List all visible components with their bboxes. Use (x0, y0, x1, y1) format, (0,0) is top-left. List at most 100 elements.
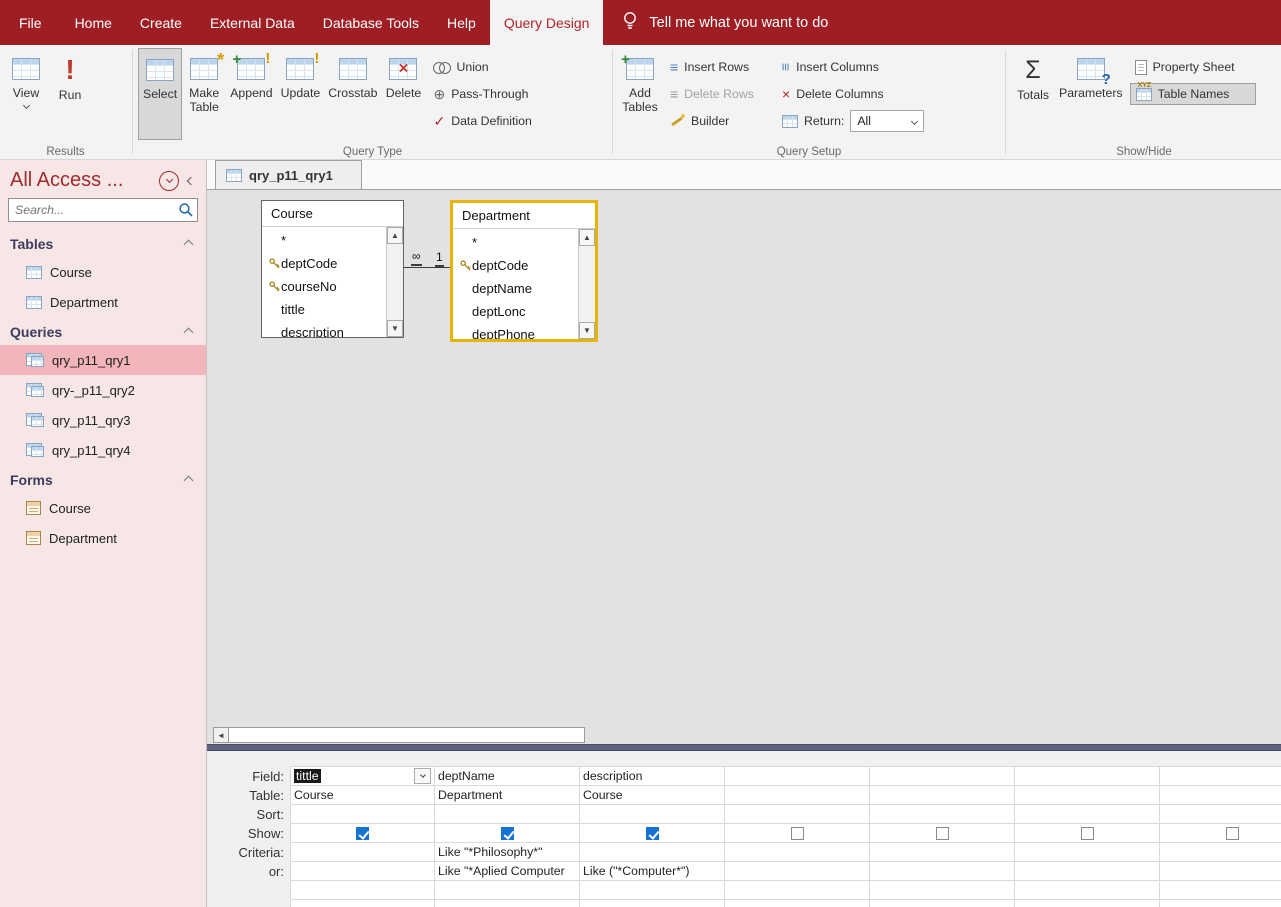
table-cell-6[interactable] (1015, 786, 1160, 805)
or-cell-5[interactable] (870, 862, 1015, 881)
or-cell-4[interactable] (725, 862, 870, 881)
update-button[interactable]: ! Update (277, 48, 325, 140)
tab-external-data[interactable]: External Data (196, 0, 309, 45)
show-checkbox-3[interactable] (646, 827, 659, 840)
field-cell-3[interactable]: description (580, 766, 725, 786)
field-row-asterisk[interactable]: * (453, 231, 578, 254)
sort-cell-2[interactable] (435, 805, 580, 824)
sort-cell-6[interactable] (1015, 805, 1160, 824)
field-row-asterisk[interactable]: * (262, 229, 386, 252)
table-cell-3[interactable]: Course (580, 786, 725, 805)
show-checkbox-5[interactable] (936, 827, 949, 840)
blank-cell[interactable] (1160, 881, 1281, 900)
search-input[interactable] (8, 198, 198, 222)
scroll-track[interactable] (387, 244, 403, 320)
field-cell-2[interactable]: deptName (435, 766, 580, 786)
field-list-department[interactable]: Department * deptCode deptName deptLonc … (450, 200, 598, 342)
nav-item-query-2[interactable]: qry-_p11_qry2 (0, 375, 206, 405)
nav-item-query-3[interactable]: qry_p11_qry3 (0, 405, 206, 435)
shutter-bar-button[interactable] (188, 178, 194, 184)
insert-rows-button[interactable]: ≡ Insert Rows (665, 56, 771, 78)
tab-home[interactable]: Home (61, 0, 126, 45)
scroll-up-button[interactable]: ▲ (387, 227, 403, 244)
delete-query-button[interactable]: × Delete (381, 48, 425, 140)
crosstab-button[interactable]: Crosstab (324, 48, 381, 140)
criteria-cell-7[interactable] (1160, 843, 1281, 862)
table-cell-2[interactable]: Department (435, 786, 580, 805)
data-definition-button[interactable]: ✓ Data Definition (428, 110, 536, 132)
show-checkbox-4[interactable] (791, 827, 804, 840)
field-list-scrollbar[interactable]: ▲ ▼ (578, 229, 595, 339)
table-cell-4[interactable] (725, 786, 870, 805)
blank-cell[interactable] (1160, 900, 1281, 907)
append-button[interactable]: +! Append (226, 48, 276, 140)
property-sheet-button[interactable]: Property Sheet (1130, 56, 1256, 78)
table-names-button[interactable]: XYZ Table Names (1130, 83, 1256, 105)
criteria-cell-6[interactable] (1015, 843, 1160, 862)
field-cell-6[interactable] (1015, 766, 1160, 786)
union-button[interactable]: Union (428, 56, 536, 78)
run-button[interactable]: ! Run (48, 48, 92, 140)
canvas-horizontal-scrollbar[interactable]: ◄ (213, 727, 585, 743)
nav-item-table-department[interactable]: Department (0, 287, 206, 317)
tab-help[interactable]: Help (433, 0, 490, 45)
tell-me-box[interactable]: Tell me what you want to do (603, 0, 846, 45)
blank-cell[interactable] (725, 881, 870, 900)
add-tables-button[interactable]: + AddTables (618, 48, 662, 140)
query-design-canvas[interactable]: Course * deptCode courseNo tittle descri… (207, 190, 1281, 744)
field-row-deptcode[interactable]: deptCode (262, 252, 386, 275)
view-button[interactable]: View (4, 48, 48, 140)
scroll-left-button[interactable]: ◄ (213, 727, 229, 743)
field-list-scrollbar[interactable]: ▲ ▼ (386, 227, 403, 337)
blank-cell[interactable] (725, 900, 870, 907)
document-tab[interactable]: qry_p11_qry1 (215, 160, 362, 189)
sort-cell-5[interactable] (870, 805, 1015, 824)
show-checkbox-6[interactable] (1081, 827, 1094, 840)
search-icon[interactable] (178, 202, 194, 223)
nav-item-form-department[interactable]: Department (0, 523, 206, 553)
blank-cell[interactable] (290, 881, 435, 900)
blank-cell[interactable] (435, 881, 580, 900)
blank-cell[interactable] (435, 900, 580, 907)
field-row-deptlonc[interactable]: deptLonc (453, 300, 578, 323)
table-cell-5[interactable] (870, 786, 1015, 805)
field-cell-7[interactable] (1160, 766, 1281, 786)
field-dropdown-button[interactable] (414, 768, 431, 784)
sort-cell-1[interactable] (290, 805, 435, 824)
blank-cell[interactable] (870, 881, 1015, 900)
or-cell-7[interactable] (1160, 862, 1281, 881)
nav-item-query-4[interactable]: qry_p11_qry4 (0, 435, 206, 465)
nav-section-queries[interactable]: Queries (0, 317, 206, 345)
scroll-track[interactable] (579, 246, 595, 322)
sort-cell-3[interactable] (580, 805, 725, 824)
scroll-up-button[interactable]: ▲ (579, 229, 595, 246)
field-row-tittle[interactable]: tittle (262, 298, 386, 321)
field-row-deptname[interactable]: deptName (453, 277, 578, 300)
or-cell-2[interactable]: Like "*Aplied Computer (435, 862, 580, 881)
show-checkbox-2[interactable] (501, 827, 514, 840)
nav-item-table-course[interactable]: Course (0, 257, 206, 287)
field-row-deptcode[interactable]: deptCode (453, 254, 578, 277)
field-row-courseno[interactable]: courseNo (262, 275, 386, 298)
field-list-title[interactable]: Course (262, 201, 403, 227)
tab-create[interactable]: Create (126, 0, 196, 45)
show-checkbox-7[interactable] (1226, 827, 1239, 840)
parameters-button[interactable]: ? Parameters (1055, 48, 1127, 140)
show-checkbox-1[interactable] (356, 827, 369, 840)
or-cell-1[interactable] (290, 862, 435, 881)
delete-rows-button[interactable]: ≡ Delete Rows (665, 83, 771, 105)
criteria-cell-2[interactable]: Like "*Philosophy*" (435, 843, 580, 862)
field-cell-4[interactable] (725, 766, 870, 786)
join-line[interactable] (404, 267, 450, 268)
tab-file[interactable]: File (0, 0, 61, 45)
field-row-deptphone[interactable]: deptPhone (453, 323, 578, 339)
blank-cell[interactable] (580, 900, 725, 907)
field-cell-5[interactable] (870, 766, 1015, 786)
pass-through-button[interactable]: ⊕ Pass-Through (428, 83, 536, 105)
insert-columns-button[interactable]: ≡ Insert Columns (777, 56, 951, 78)
criteria-cell-5[interactable] (870, 843, 1015, 862)
tab-query-design[interactable]: Query Design (490, 0, 604, 45)
nav-section-forms[interactable]: Forms (0, 465, 206, 493)
nav-pane-menu-button[interactable] (159, 171, 179, 191)
table-cell-7[interactable] (1160, 786, 1281, 805)
